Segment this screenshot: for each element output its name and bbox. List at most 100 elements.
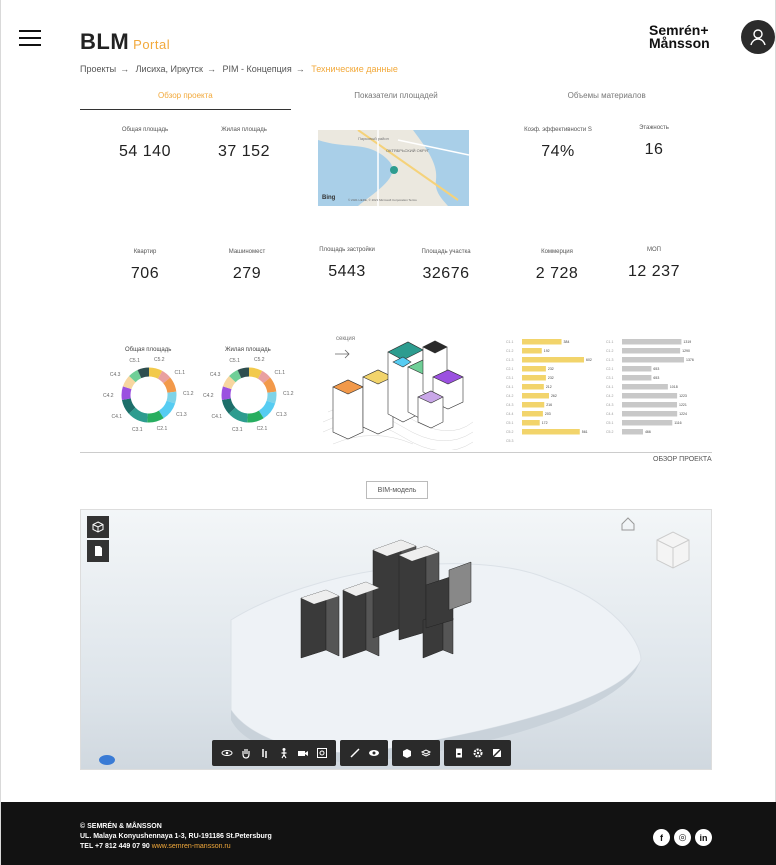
bar-value-label: 1018 [670, 385, 678, 389]
bar [522, 402, 545, 408]
fit-view-icon[interactable] [313, 743, 330, 763]
person-icon[interactable] [275, 743, 292, 763]
bar-category-label: C1.3 [506, 358, 513, 362]
donut-label: C4.1 [211, 414, 223, 421]
bar-category-label: C5.2 [506, 430, 513, 434]
fullscreen-icon[interactable] [488, 743, 505, 763]
walk-icon[interactable] [256, 743, 273, 763]
donut-label: C4.1 [111, 414, 123, 421]
bar [522, 384, 544, 390]
section-icon[interactable] [417, 743, 434, 763]
footer: © SEMRÉN & MÅNSSON UL. Malaya Konyushenn… [1, 802, 776, 865]
stat-common-areas: МОП 12 237 [628, 247, 680, 280]
bar-category-label: C4.4 [606, 412, 613, 416]
bar-category-label: C4.2 [506, 394, 513, 398]
divider [80, 452, 712, 453]
bar-value-label: 466 [645, 430, 651, 434]
donut-label: C5.1 [229, 358, 240, 365]
user-icon[interactable] [741, 20, 775, 54]
bar-category-label: C1.2 [506, 349, 513, 353]
breadcrumb-item[interactable]: Проекты [80, 64, 116, 74]
bar [522, 411, 543, 417]
cube-icon[interactable] [87, 516, 109, 538]
camera-icon[interactable] [294, 743, 311, 763]
bar-category-label: C4.4 [506, 412, 513, 416]
breadcrumb-item[interactable]: Лисиха, Иркутск [136, 64, 203, 74]
donut-label: C5.1 [129, 358, 140, 365]
stat-efficiency: Коэф. эффективности S 74% [524, 127, 592, 160]
bar-value-label: 1319 [683, 340, 691, 344]
donut-label: C5.2 [254, 357, 265, 364]
bar-value-label: 1221 [679, 403, 687, 407]
bar [622, 384, 668, 390]
toolbar-group-settings [444, 740, 511, 766]
bar-category-label: C1.3 [606, 358, 613, 362]
overview-link[interactable]: ОБЗОР ПРОЕКТА [653, 456, 712, 463]
bar-chart-yellow: C1.1 384 C1.2 192 C1.3 602 C2.1 232 C3.1 232 C4.1 2… [506, 339, 592, 443]
bar-category-label: C4.3 [506, 403, 513, 407]
explode-icon[interactable] [398, 743, 415, 763]
bar-value-label: 212 [546, 385, 552, 389]
orbit-icon[interactable] [218, 743, 235, 763]
section-label: секция [336, 336, 355, 342]
bar-value-label: 203 [545, 412, 551, 416]
bar [522, 429, 580, 435]
document-icon[interactable] [87, 540, 109, 562]
donut-label: C1.1 [274, 369, 286, 376]
pan-hand-icon[interactable] [237, 743, 254, 763]
bar [522, 375, 546, 381]
eye-icon[interactable] [365, 743, 382, 763]
bar-value-label: 192 [544, 349, 550, 353]
settings-icon[interactable] [469, 743, 486, 763]
tab-area-metrics[interactable]: Показатели площадей [291, 88, 502, 110]
bar [522, 420, 540, 426]
bar-value-label: 172 [542, 421, 548, 425]
bar-category-label: C1.1 [506, 340, 513, 344]
linkedin-icon[interactable]: in [695, 829, 712, 846]
donut-title: Общая площадь [125, 347, 172, 353]
bar [622, 393, 678, 399]
donut-chart-living [221, 367, 277, 423]
donut-label: C3.1 [131, 426, 143, 433]
bar-value-label: 602 [586, 358, 592, 362]
tab-overview[interactable]: Обзор проекта [80, 88, 291, 110]
bar-category-label: C5.2 [606, 430, 613, 434]
bim-model-button[interactable]: BIM-модель [366, 481, 428, 499]
donut-label: C2.1 [156, 425, 168, 432]
instagram-icon[interactable]: ◎ [674, 829, 691, 846]
isometric-sections-diagram[interactable] [323, 332, 473, 450]
bar [622, 402, 678, 408]
bar-value-label: 232 [548, 376, 554, 380]
bim-viewer[interactable] [80, 509, 712, 770]
donut-label: C1.3 [276, 412, 287, 419]
brand-logo[interactable]: Semrén+ Månsson [649, 23, 710, 50]
toolbar-group-navigation [212, 740, 336, 766]
measure-icon[interactable] [346, 743, 363, 763]
donut-label: C1.2 [182, 390, 194, 397]
hamburger-icon[interactable] [19, 30, 41, 46]
bar-category-label: C2.1 [506, 367, 513, 371]
donut-label: C5.2 [154, 357, 165, 364]
bar-category-label: C1.1 [606, 340, 613, 344]
bar [522, 393, 549, 399]
facebook-icon[interactable]: f [653, 829, 670, 846]
location-map[interactable]: ОКТЯБРЬСКИЙ ОКРУГ Парковый район Bing © … [318, 130, 469, 206]
toolbar-group-model [392, 740, 440, 766]
bar-category-label: C4.1 [606, 385, 613, 389]
breadcrumb-item[interactable]: PIM - Концепция [223, 64, 292, 74]
bing-logo: Bing [322, 195, 336, 201]
properties-icon[interactable] [450, 743, 467, 763]
bar-value-label: 1224 [679, 412, 687, 416]
bar-category-label: C4.3 [606, 403, 613, 407]
donut-label: C2.1 [256, 425, 268, 432]
tab-material-volumes[interactable]: Объемы материалов [501, 88, 712, 110]
bar [622, 366, 652, 372]
bar-value-label: 1376 [686, 358, 694, 362]
website-link[interactable]: www.semren-mansson.ru [152, 843, 231, 850]
stat-floors: Этажность 16 [639, 125, 669, 158]
logo[interactable]: BLM Portal [80, 29, 170, 55]
bar-category-label: C5.3 [506, 439, 513, 443]
donut-label: C3.1 [231, 426, 243, 433]
donut-label: C1.2 [282, 390, 294, 397]
bar-value-label: 1290 [682, 349, 690, 353]
